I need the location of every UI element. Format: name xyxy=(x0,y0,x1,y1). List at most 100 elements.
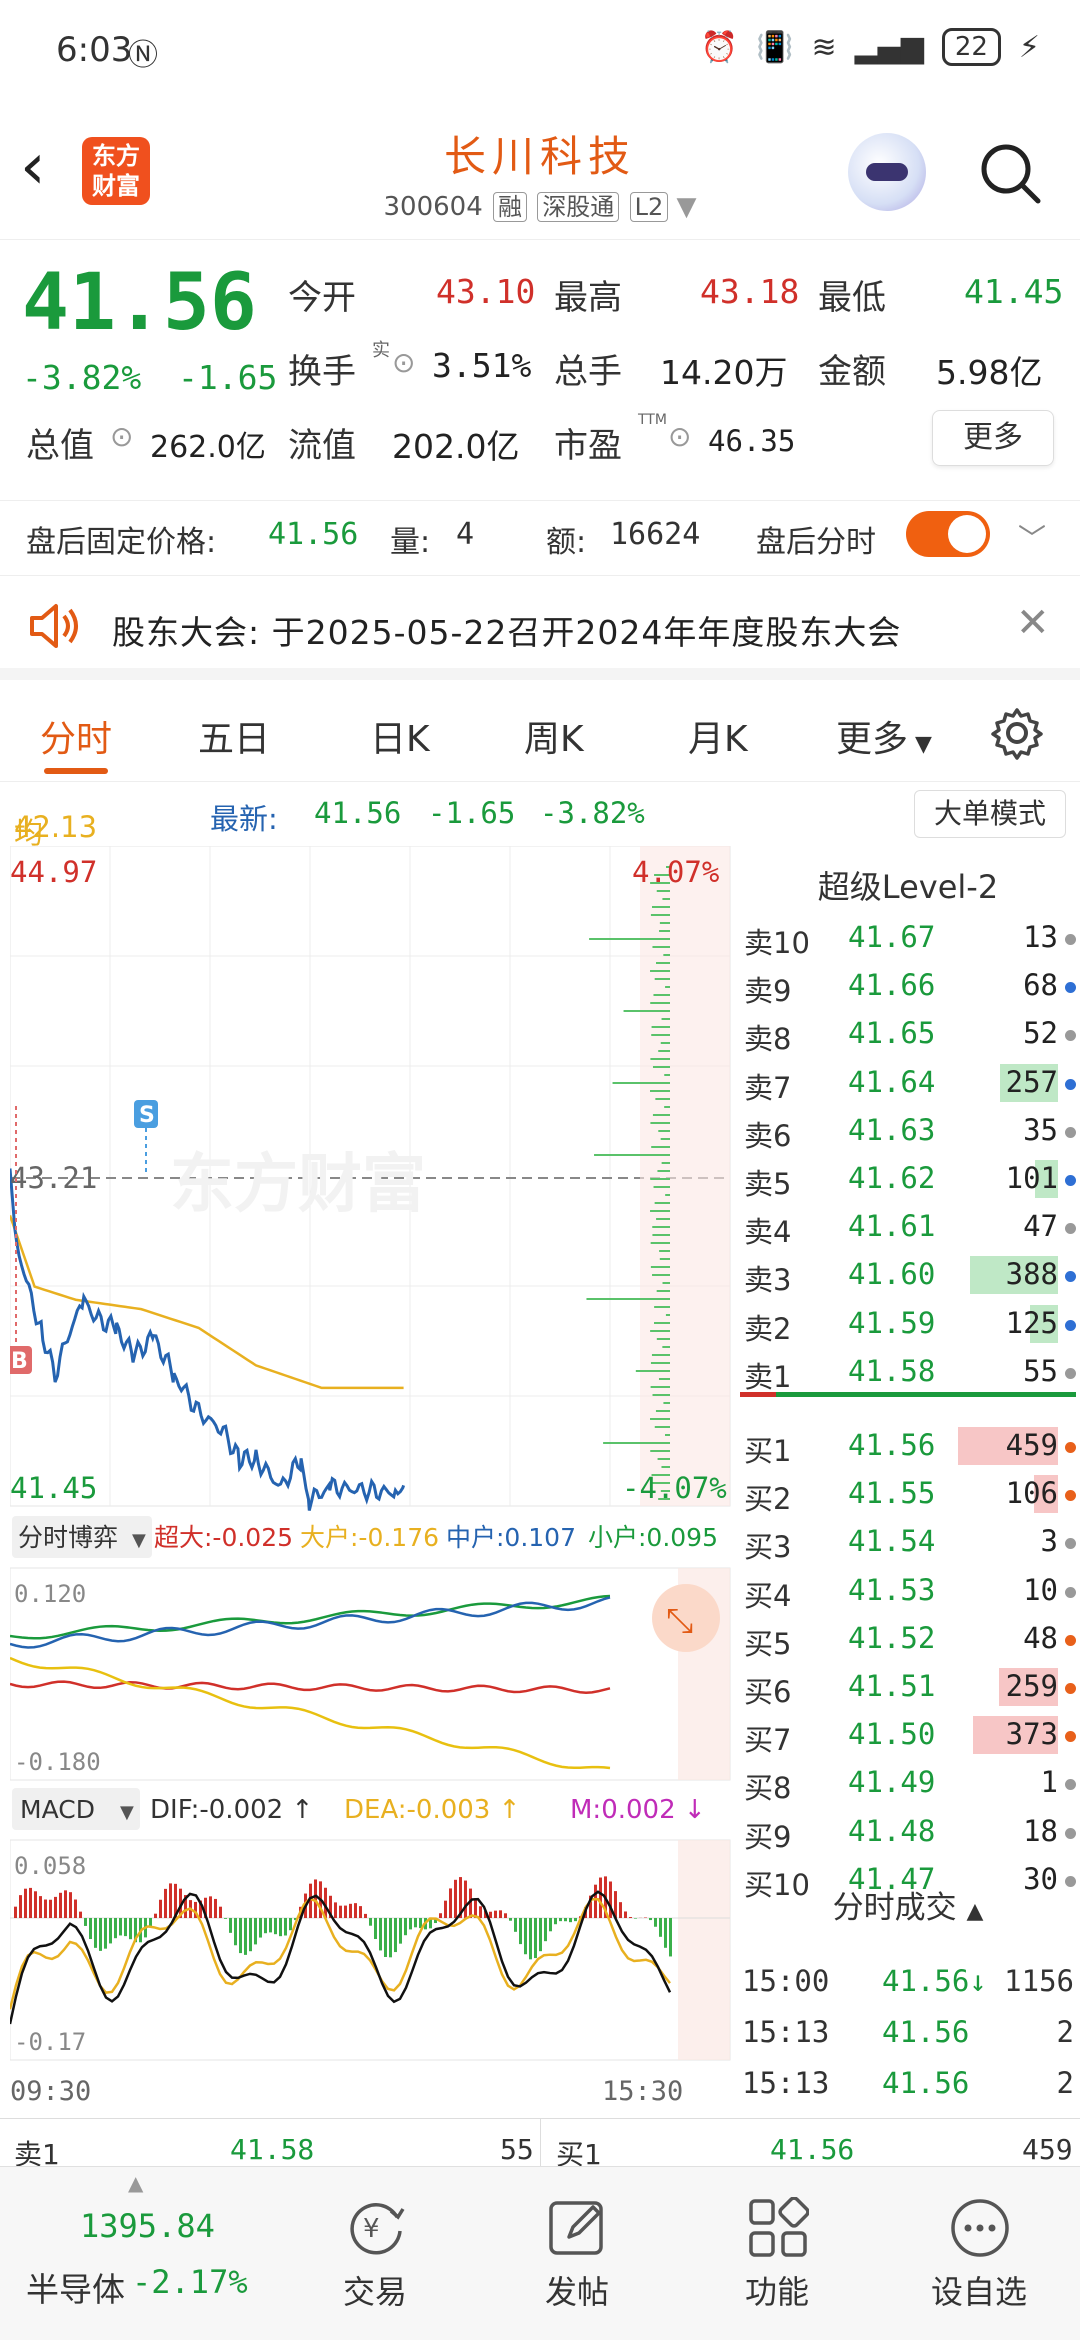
ask-row[interactable]: 卖9 41.66 68 xyxy=(736,962,1080,1010)
ask-row[interactable]: 卖4 41.61 47 xyxy=(736,1203,1080,1251)
tab-intraday[interactable]: 分时 xyxy=(40,710,112,762)
trade-row: 15:13 41.56 2 xyxy=(736,2060,1080,2108)
charging-icon: ⚡ xyxy=(1018,29,1040,65)
tab-daily-k[interactable]: 日K xyxy=(370,710,430,762)
chevron-down-icon[interactable]: ﹀ xyxy=(1018,517,1046,557)
sum-divider xyxy=(540,2119,541,2168)
search-icon[interactable] xyxy=(978,141,1042,205)
intraday-chart-area[interactable]: 东方财富 44.97 4.07% 43.21 41.45 -4.07% S B … xyxy=(6,845,732,2116)
macd-bar xyxy=(129,1918,132,1940)
after-hours-toggle[interactable] xyxy=(906,511,990,557)
ask-row[interactable]: 卖8 41.65 52 xyxy=(736,1010,1080,1058)
tab-weekly-k[interactable]: 周K xyxy=(524,710,584,762)
notice-bar[interactable]: 股东大会: 于2025-05-22召开2024年年度股东大会 ✕ xyxy=(0,575,1080,680)
macd-bar xyxy=(214,1898,217,1918)
bid-dot-icon xyxy=(1065,1827,1076,1839)
bid-level-label: 买8 xyxy=(744,1771,792,1806)
bid-row[interactable]: 买9 41.48 18 xyxy=(736,1808,1080,1856)
ask-row[interactable]: 卖2 41.59 125 xyxy=(736,1300,1080,1348)
dropdown-arrow-icon: ▼ xyxy=(676,192,697,222)
macd-bar xyxy=(629,1917,632,1918)
ask-dot-icon xyxy=(1065,982,1076,994)
status-icons: ⏰ 📳 ≋ ▂▄▆ 22 ⚡ xyxy=(701,28,1040,66)
info-icon[interactable]: ⊙ xyxy=(668,420,691,453)
volume-bar xyxy=(651,906,670,908)
ask-dot-icon xyxy=(1065,1367,1076,1379)
macd-bar xyxy=(169,1883,172,1918)
low-label: 最低 xyxy=(818,278,886,318)
ask-row[interactable]: 卖5 41.62 101 xyxy=(736,1155,1080,1203)
ask-row[interactable]: 卖6 41.63 35 xyxy=(736,1107,1080,1155)
bid-row[interactable]: 买5 41.52 48 xyxy=(736,1615,1080,1663)
level2-orderbook[interactable]: 超级Level-2 卖10 41.67 13 卖9 41.66 68 卖8 41.65 52 卖7… xyxy=(736,846,1080,2116)
ask-level-label: 卖2 xyxy=(744,1311,792,1346)
sector-index-widget[interactable]: ▲ 1395.84 半导体 -2.17% xyxy=(0,2167,290,2340)
volume-bar xyxy=(586,1298,670,1300)
bid-row[interactable]: 买7 41.50 373 xyxy=(736,1711,1080,1759)
chart-svg[interactable]: 东方财富 44.97 4.07% 43.21 41.45 -4.07% S B … xyxy=(6,845,732,2116)
big-order-mode-button[interactable]: 大单模式 xyxy=(914,790,1066,838)
bid-row[interactable]: 买2 41.55 106 xyxy=(736,1470,1080,1518)
active-tab-indicator xyxy=(44,768,108,774)
info-icon[interactable]: ⊙ xyxy=(110,420,133,453)
gear-icon[interactable] xyxy=(990,706,1044,760)
y-top-pct: 4.07% xyxy=(632,855,719,889)
bid-row[interactable]: 买6 41.51 259 xyxy=(736,1663,1080,1711)
volume-bar xyxy=(650,1330,670,1332)
macd-bar xyxy=(159,1899,162,1918)
ask-level-label: 卖9 xyxy=(744,974,792,1009)
nav-post[interactable]: 发帖 xyxy=(502,2167,652,2340)
macd-bar xyxy=(349,1903,352,1918)
trade-row: 15:13 41.56 2 xyxy=(736,2009,1080,2057)
after-amt-label: 额: xyxy=(546,525,587,560)
macd-bar xyxy=(649,1918,652,1921)
trades-title-label: 分时成交 xyxy=(832,1890,957,1926)
bid-dot-icon xyxy=(1065,1779,1076,1791)
nav-functions[interactable]: 功能 xyxy=(702,2167,852,2340)
trade-volume: 2 xyxy=(1056,2015,1074,2049)
bid-row[interactable]: 买4 41.53 10 xyxy=(736,1567,1080,1615)
volume-bar xyxy=(650,1210,670,1212)
macd-bar xyxy=(514,1918,517,1932)
ask-row[interactable]: 卖7 41.64 257 xyxy=(736,1059,1080,1107)
volume-bar xyxy=(654,1322,670,1324)
alarm-icon: ⏰ xyxy=(700,29,739,65)
macd-bar xyxy=(69,1892,72,1918)
macd-bar xyxy=(234,1918,237,1946)
macd-bar xyxy=(109,1918,112,1944)
ask-price: 41.60 xyxy=(848,1257,936,1292)
ask-level-label: 卖6 xyxy=(744,1118,792,1153)
close-icon[interactable]: ✕ xyxy=(1016,600,1050,646)
dropdown-arrow-icon: ▼ xyxy=(132,1530,146,1551)
macd-bar xyxy=(354,1903,357,1918)
more-button[interactable]: 更多 xyxy=(932,410,1054,466)
ask-row[interactable]: 卖10 41.67 13 xyxy=(736,914,1080,962)
volume-label: 总手 xyxy=(554,352,622,392)
macd-bar xyxy=(574,1918,577,1922)
bottom-nav: ▲ 1395.84 半导体 -2.17% ¥ 交易 发帖 功能 设自选 xyxy=(0,2166,1080,2340)
trades-title[interactable]: 分时成交 ▲ xyxy=(736,1882,1080,1927)
ask-row[interactable]: 卖3 41.60 388 xyxy=(736,1251,1080,1299)
ask-price: 41.61 xyxy=(848,1209,936,1244)
ask-row[interactable]: 卖1 41.58 55 xyxy=(736,1348,1080,1396)
bid-price: 41.54 xyxy=(848,1524,936,1559)
macd-bar xyxy=(499,1910,502,1918)
volume-bar xyxy=(652,1114,670,1116)
bid-level-label: 买9 xyxy=(744,1819,792,1854)
volume-bar xyxy=(650,1386,670,1388)
nav-add-watchlist[interactable]: 设自选 xyxy=(904,2167,1054,2340)
bid-row[interactable]: 买1 41.56 459 xyxy=(736,1422,1080,1470)
tab-monthly-k[interactable]: 月K xyxy=(688,710,748,762)
tab-more[interactable]: 更多 ▼ xyxy=(836,710,932,762)
assistant-robot-icon[interactable] xyxy=(848,133,926,211)
bid-volume: 259 xyxy=(1005,1669,1058,1703)
bid-row[interactable]: 买8 41.49 1 xyxy=(736,1759,1080,1807)
volume-bar xyxy=(661,1466,670,1468)
macd-bar xyxy=(659,1918,662,1937)
macd-bar xyxy=(54,1896,57,1918)
bid-row[interactable]: 买3 41.54 3 xyxy=(736,1518,1080,1566)
nav-trade[interactable]: ¥ 交易 xyxy=(300,2167,450,2340)
trade-price: 41.56↓ xyxy=(882,1964,987,1998)
info-icon[interactable]: ⊙ xyxy=(392,346,415,379)
tab-five-day[interactable]: 五日 xyxy=(198,710,270,762)
